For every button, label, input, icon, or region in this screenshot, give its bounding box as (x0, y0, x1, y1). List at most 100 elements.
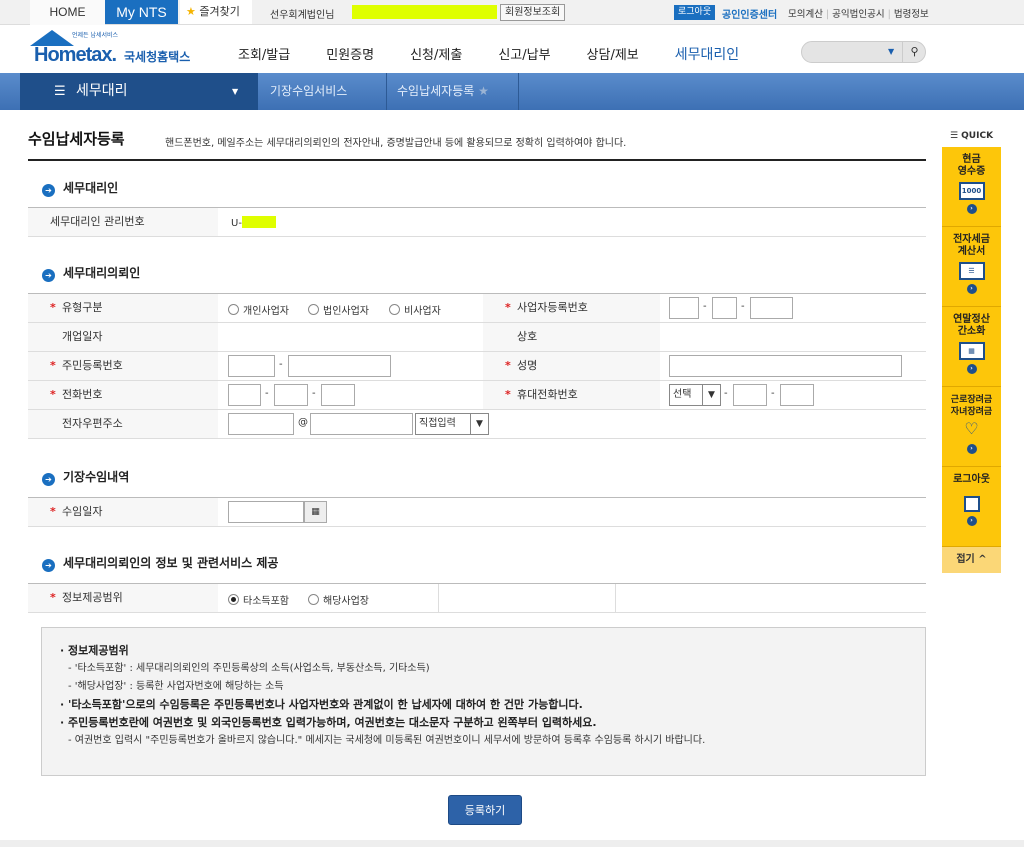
arrow-circle-icon: › (966, 516, 977, 526)
note-item: · '타소득포함'으로의 수임등록은 주민등록번호나 사업자번호와 관계없이 한… (60, 698, 583, 711)
public-corp-link[interactable]: 공익법인공시 (823, 9, 885, 20)
logout-button[interactable]: 로그아웃 (674, 5, 716, 20)
nav-consult[interactable]: 상담/제보 (587, 44, 639, 64)
note-item: - '해당사업장' : 등록한 사업자번호에 해당하는 소득 (68, 681, 284, 692)
hometax-logo[interactable]: 언제든 납세서비스 Hometax. 국세청홈택스 (30, 30, 200, 70)
search-icon[interactable]: ⚲ (902, 42, 926, 62)
register-button[interactable]: 등록하기 (448, 795, 522, 825)
field-label: 성명 (483, 352, 660, 380)
my-nts-link[interactable]: My NTS (105, 0, 178, 24)
radio-corporate[interactable]: 법인사업자 (308, 302, 369, 317)
section-heading: ➔ 기장수임내역 (42, 468, 129, 486)
radio-individual[interactable]: 개인사업자 (228, 302, 289, 317)
mobile-prefix-select[interactable]: 선택 ▼ (669, 384, 721, 406)
chevron-down-icon[interactable]: ▼ (888, 47, 894, 56)
field-label: 주민등록번호 (28, 352, 218, 380)
field-label: 휴대전화번호 (483, 381, 660, 409)
arrow-circle-icon: › (966, 364, 977, 374)
email-domain-select[interactable]: 직접입력 ▼ (415, 413, 489, 435)
breadcrumb-current: 수임납세자등록 (397, 84, 475, 98)
star-icon: ★ (186, 5, 196, 18)
rrn-input-2[interactable] (288, 355, 391, 377)
nav-certificate[interactable]: 민원증명 (326, 44, 374, 64)
chevron-down-icon: ▼ (702, 385, 720, 405)
info-notes: · 정보제공범위 - '타소득포함' : 세무대리의뢰인의 주민등록상의 소득(… (41, 627, 926, 776)
mobile-input-2[interactable] (733, 384, 767, 406)
radio-other-income[interactable]: 타소득포함 (228, 592, 289, 607)
quick-header: ☰ QUICK (949, 131, 994, 141)
nav-filing[interactable]: 신고/납부 (498, 44, 550, 64)
engagement-date-input[interactable] (228, 501, 304, 523)
menu-dropdown[interactable]: ☰ 세무대리 ▼ (20, 73, 258, 110)
quick-incentive[interactable]: 근로장려금 자녀장려금 ♡ › (942, 387, 1001, 467)
arrow-circle-icon: ➔ (42, 473, 55, 486)
mock-calc-link[interactable]: 모의계산 (788, 9, 823, 20)
note-heading: · 정보제공범위 (60, 644, 129, 657)
brn-input-1[interactable] (669, 297, 699, 319)
radio-this-business[interactable]: 해당사업장 (308, 592, 369, 607)
calendar-icon[interactable]: ▦ (304, 501, 327, 523)
user-greeting: 선우회계법인님 (270, 10, 335, 21)
field-label: 수임일자 (28, 498, 218, 526)
arrow-circle-icon: ➔ (42, 559, 55, 572)
menu-icon: ☰ (54, 84, 66, 99)
email-domain-input[interactable] (310, 413, 413, 435)
breadcrumb-bar: ☰ 세무대리 ▼ 기장수임서비스 수임납세자등록 ★ (0, 73, 1024, 110)
section-heading: ➔ 세무대리인 (42, 179, 118, 197)
note-item: · 주민등록번호란에 여권번호 및 외국인등록번호 입력가능하며, 여권번호는 … (60, 716, 597, 729)
radio-non-business[interactable]: 비사업자 (389, 302, 441, 317)
nav-tax-agent[interactable]: 세무대리인 (675, 44, 739, 64)
quick-year-end[interactable]: 연말정산 간소화 ▦ › (942, 307, 1001, 387)
arrow-circle-icon: ➔ (42, 269, 55, 282)
brn-input-3[interactable] (750, 297, 793, 319)
page-title: 수임납세자등록 (28, 130, 125, 148)
chevron-down-icon: ▼ (232, 87, 239, 96)
nav-inquiry[interactable]: 조회/발급 (238, 44, 290, 64)
info-table: 정보제공범위 타소득포함 해당사업장 (28, 583, 926, 613)
favorites-link[interactable]: ★ 즐겨찾기 (180, 0, 252, 24)
phone-input-2[interactable] (274, 384, 308, 406)
mobile-input-3[interactable] (780, 384, 814, 406)
search-input[interactable]: ▼ ⚲ (801, 41, 926, 63)
client-table: 유형구분 개인사업자 법인사업자 비사업자 사업자등록번호 - - 개업일자 상… (28, 293, 926, 439)
field-label: 정보제공범위 (28, 584, 218, 612)
footer-strip (0, 840, 1024, 847)
page-description: 핸드폰번호, 메일주소는 세무대리의뢰인의 전자안내, 증명발급안내 등에 활용… (165, 138, 627, 149)
nav-application[interactable]: 신청/제출 (410, 44, 462, 64)
phone-input-1[interactable] (228, 384, 261, 406)
member-info-button[interactable]: 회원정보조회 (500, 4, 566, 21)
email-id-input[interactable] (228, 413, 294, 435)
unlock-icon (963, 496, 980, 512)
quick-e-invoice[interactable]: 전자세금 계산서 ☰ › (942, 227, 1001, 307)
quick-cash-receipt[interactable]: 현금 영수증 1000 › (942, 147, 1001, 227)
brn-input-2[interactable] (712, 297, 737, 319)
law-info-link[interactable]: 법령정보 (885, 9, 929, 20)
breadcrumb-divider (386, 73, 387, 110)
phone-input-3[interactable] (321, 384, 355, 406)
agent-table: 세무대리인 관리번호 U- (28, 207, 926, 237)
logo-tagline: 언제든 납세서비스 (72, 32, 119, 39)
mgmt-number-value: U- (231, 216, 276, 229)
chevron-down-icon: ▼ (470, 414, 488, 434)
arrow-circle-icon: › (966, 204, 977, 214)
field-label: 세무대리인 관리번호 (28, 208, 218, 236)
note-item: - 여권번호 입력시 "주민등록번호가 올바르지 않습니다." 메세지는 국세청… (68, 735, 706, 746)
field-label: 개업일자 (28, 323, 218, 351)
field-label: 사업자등록번호 (483, 294, 660, 322)
title-divider (28, 159, 926, 161)
breadcrumb-item[interactable]: 기장수임서비스 (270, 73, 347, 110)
breadcrumb-item[interactable]: 수임납세자등록 ★ (397, 73, 489, 110)
star-icon[interactable]: ★ (478, 84, 489, 98)
favorites-label: 즐겨찾기 (199, 5, 240, 18)
rrn-input-1[interactable] (228, 355, 275, 377)
breadcrumb-divider (518, 73, 519, 110)
empty-cell (438, 584, 616, 612)
name-input[interactable] (669, 355, 902, 377)
main-nav: 조회/발급 민원증명 신청/제출 신고/납부 상담/제보 세무대리인 (238, 44, 775, 64)
home-link[interactable]: HOME (30, 0, 105, 25)
cert-center-link[interactable]: 공인인증센터 (722, 6, 777, 21)
quick-logout[interactable]: 로그아웃 › (942, 467, 1001, 547)
logo-word: Hometax. (34, 44, 117, 66)
section-heading: ➔ 세무대리의뢰인 (42, 264, 140, 282)
quick-fold-button[interactable]: 접기 ^ (942, 547, 1001, 573)
